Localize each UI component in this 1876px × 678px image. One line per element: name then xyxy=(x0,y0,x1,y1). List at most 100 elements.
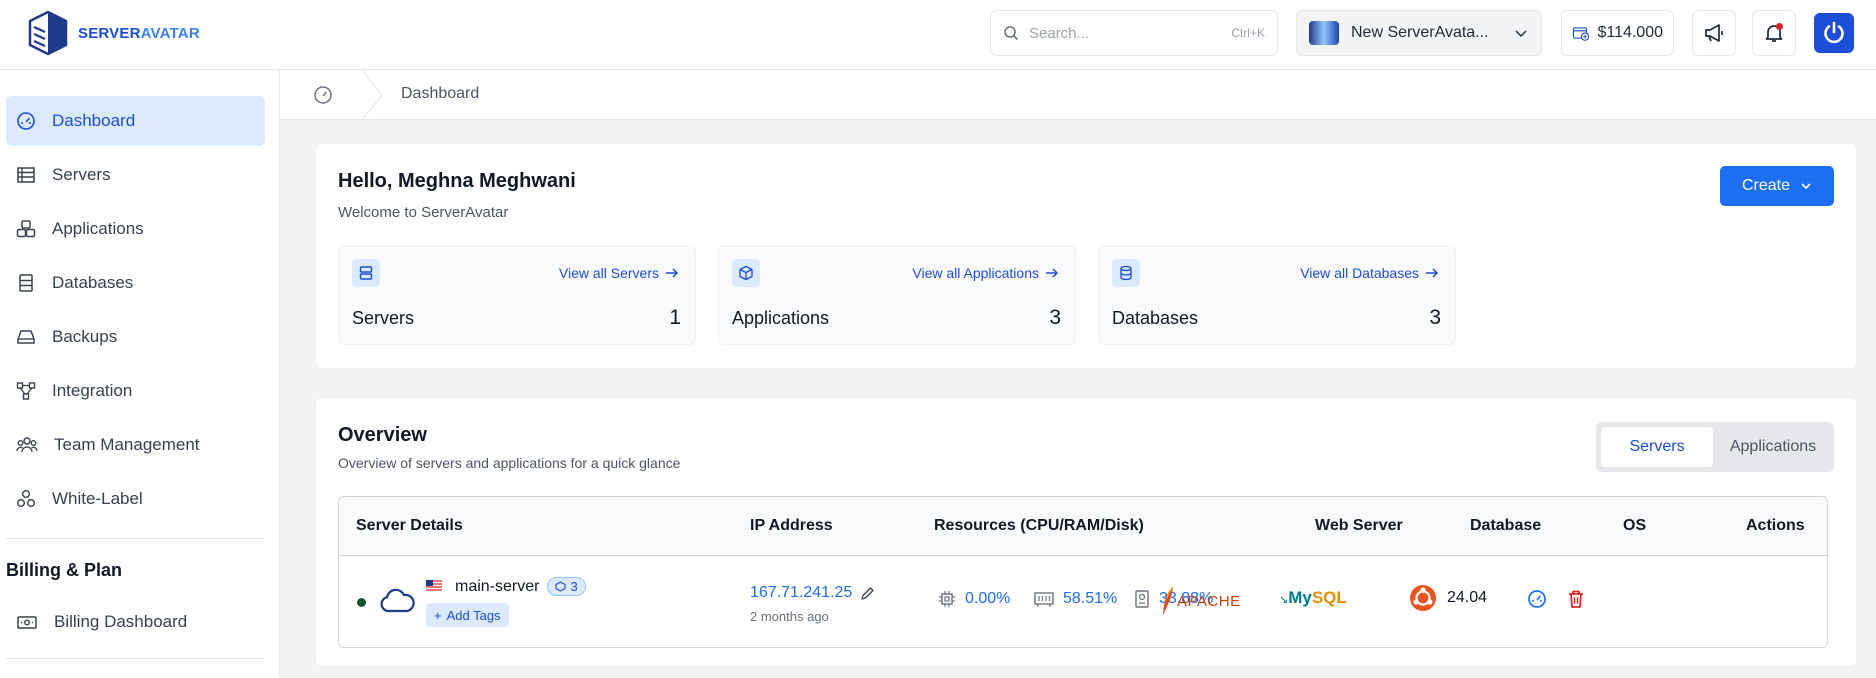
plus-icon: + xyxy=(434,607,442,623)
cube-icon xyxy=(732,259,760,287)
overview-subtitle: Overview of servers and applications for… xyxy=(338,455,681,471)
search-input[interactable]: Search... Ctrl+K xyxy=(990,10,1278,56)
overview-title: Overview xyxy=(338,424,427,446)
sidebar-item-label: Dashboard xyxy=(52,111,136,130)
gauge-icon xyxy=(314,86,332,104)
sidebar-item-white-label[interactable]: White-Label xyxy=(6,474,265,524)
tag-icon xyxy=(555,581,567,592)
database-icon xyxy=(1112,259,1140,287)
table-row[interactable]: main-server 3 + Add Tags 167.71.241.25 2 … xyxy=(339,556,1827,647)
arrow-right-icon xyxy=(1046,268,1059,278)
ip-age: 2 months ago xyxy=(750,609,829,624)
welcome-card: Hello, Meghna Meghwani Welcome to Server… xyxy=(315,143,1857,369)
view-all-applications-link[interactable]: View all Applications xyxy=(912,265,1059,281)
sidebar-item-databases[interactable]: Databases xyxy=(6,258,265,308)
sidebar-item-servers[interactable]: Servers xyxy=(6,150,265,200)
edit-pencil-icon[interactable] xyxy=(860,586,875,601)
arrow-right-icon xyxy=(1426,268,1439,278)
user-menu-button[interactable] xyxy=(1814,13,1854,53)
sidebar-item-label: Billing Dashboard xyxy=(54,612,188,631)
megaphone-icon xyxy=(1705,24,1723,42)
delete-trash-icon[interactable] xyxy=(1567,589,1585,609)
dashboard-gauge-icon[interactable] xyxy=(1527,589,1547,609)
overview-tab-switcher: Servers Applications xyxy=(1596,422,1834,472)
workspace-name: New ServerAvata... xyxy=(1351,24,1489,41)
sidebar-item-label: Integration xyxy=(52,381,133,400)
column-header: IP Address xyxy=(750,517,833,534)
create-button[interactable]: Create xyxy=(1720,166,1834,206)
brand-logo[interactable]: SERVERAVATAR xyxy=(26,10,200,56)
tab-applications[interactable]: Applications xyxy=(1717,427,1829,467)
top-bar: SERVERAVATAR Search... Ctrl+K New Server… xyxy=(0,0,1876,70)
servers-table: Server Details IP Address Resources (CPU… xyxy=(338,496,1828,648)
breadcrumb-home[interactable] xyxy=(280,70,366,120)
stat-card-servers: View all Servers Servers 1 xyxy=(338,245,696,345)
chevron-down-icon xyxy=(1515,30,1527,38)
database-icon xyxy=(19,274,33,292)
stat-label: Applications xyxy=(732,308,830,328)
ip-address[interactable]: 167.71.241.25 xyxy=(750,584,875,602)
sidebar-item-label: Backups xyxy=(52,327,118,346)
shapes-icon xyxy=(17,490,35,507)
server-status-dot xyxy=(357,598,366,607)
apache-feather-icon xyxy=(1163,586,1174,615)
flow-icon xyxy=(16,382,36,400)
credit-amount: $114.000 xyxy=(1597,24,1663,41)
cpu-usage: 0.00% xyxy=(937,589,1010,609)
row-actions xyxy=(1527,589,1585,609)
team-icon xyxy=(16,437,38,453)
stat-label: Servers xyxy=(352,308,415,328)
search-icon xyxy=(1004,26,1019,41)
chevron-down-icon xyxy=(1801,183,1811,190)
workspace-avatar xyxy=(1309,21,1339,45)
cloud-icon xyxy=(380,588,415,613)
credit-balance-button[interactable]: $114.000 xyxy=(1561,10,1674,56)
sidebar-item-label: Applications xyxy=(52,219,144,238)
cpu-icon xyxy=(939,591,955,607)
sidebar-item-applications[interactable]: Applications xyxy=(6,204,265,254)
database-mysql: ↘MySQL xyxy=(1279,588,1347,607)
server-icon xyxy=(352,259,380,287)
sidebar-item-label: Team Management xyxy=(54,435,200,454)
tab-servers[interactable]: Servers xyxy=(1601,427,1713,467)
breadcrumb: Dashboard xyxy=(280,70,1876,120)
notifications-button[interactable] xyxy=(1752,10,1796,56)
sidebar-item-integration[interactable]: Integration xyxy=(6,366,265,416)
search-placeholder: Search... xyxy=(1029,24,1090,42)
billing-section-title: Billing & Plan xyxy=(6,560,123,580)
cubes-icon xyxy=(16,220,36,238)
gauge-icon xyxy=(17,112,35,130)
column-header: Database xyxy=(1470,517,1542,534)
stat-card-applications: View all Applications Applications 3 xyxy=(718,245,1076,345)
greeting-subtitle: Welcome to ServerAvatar xyxy=(338,204,509,221)
server-name[interactable]: main-server 3 xyxy=(455,577,586,596)
stat-count: 3 xyxy=(1049,306,1061,329)
web-server-apache: APACHE xyxy=(1161,586,1241,616)
sidebar-item-billing-dashboard[interactable]: Billing Dashboard xyxy=(6,597,265,647)
sidebar-item-label: White-Label xyxy=(52,489,143,508)
column-header: Actions xyxy=(1746,517,1805,534)
stat-count: 3 xyxy=(1429,306,1441,329)
view-all-servers-link[interactable]: View all Servers xyxy=(559,265,679,281)
money-icon xyxy=(17,616,37,629)
add-tags-button[interactable]: + Add Tags xyxy=(426,603,509,627)
drive-icon xyxy=(17,330,35,344)
sidebar-item-label: Servers xyxy=(52,165,111,184)
breadcrumb-separator xyxy=(361,70,383,120)
announcements-button[interactable] xyxy=(1692,10,1736,56)
search-shortcut: Ctrl+K xyxy=(1231,26,1265,40)
stat-label: Databases xyxy=(1112,308,1199,328)
tag-count-badge[interactable]: 3 xyxy=(547,577,586,596)
sidebar-item-team-management[interactable]: Team Management xyxy=(6,420,265,470)
sidebar-item-dashboard[interactable]: Dashboard xyxy=(6,96,265,146)
view-all-databases-link[interactable]: View all Databases xyxy=(1300,265,1439,281)
stat-count: 1 xyxy=(669,306,681,329)
sidebar-item-label: Databases xyxy=(52,273,134,292)
sidebar-item-backups[interactable]: Backups xyxy=(6,312,265,362)
workspace-selector[interactable]: New ServerAvata... xyxy=(1296,10,1542,56)
us-flag-icon xyxy=(426,580,442,592)
column-header: Resources (CPU/RAM/Disk) xyxy=(934,517,1144,534)
ubuntu-icon xyxy=(1410,585,1436,611)
bell-icon xyxy=(1765,23,1783,42)
ram-usage: 58.51% xyxy=(1033,589,1117,609)
